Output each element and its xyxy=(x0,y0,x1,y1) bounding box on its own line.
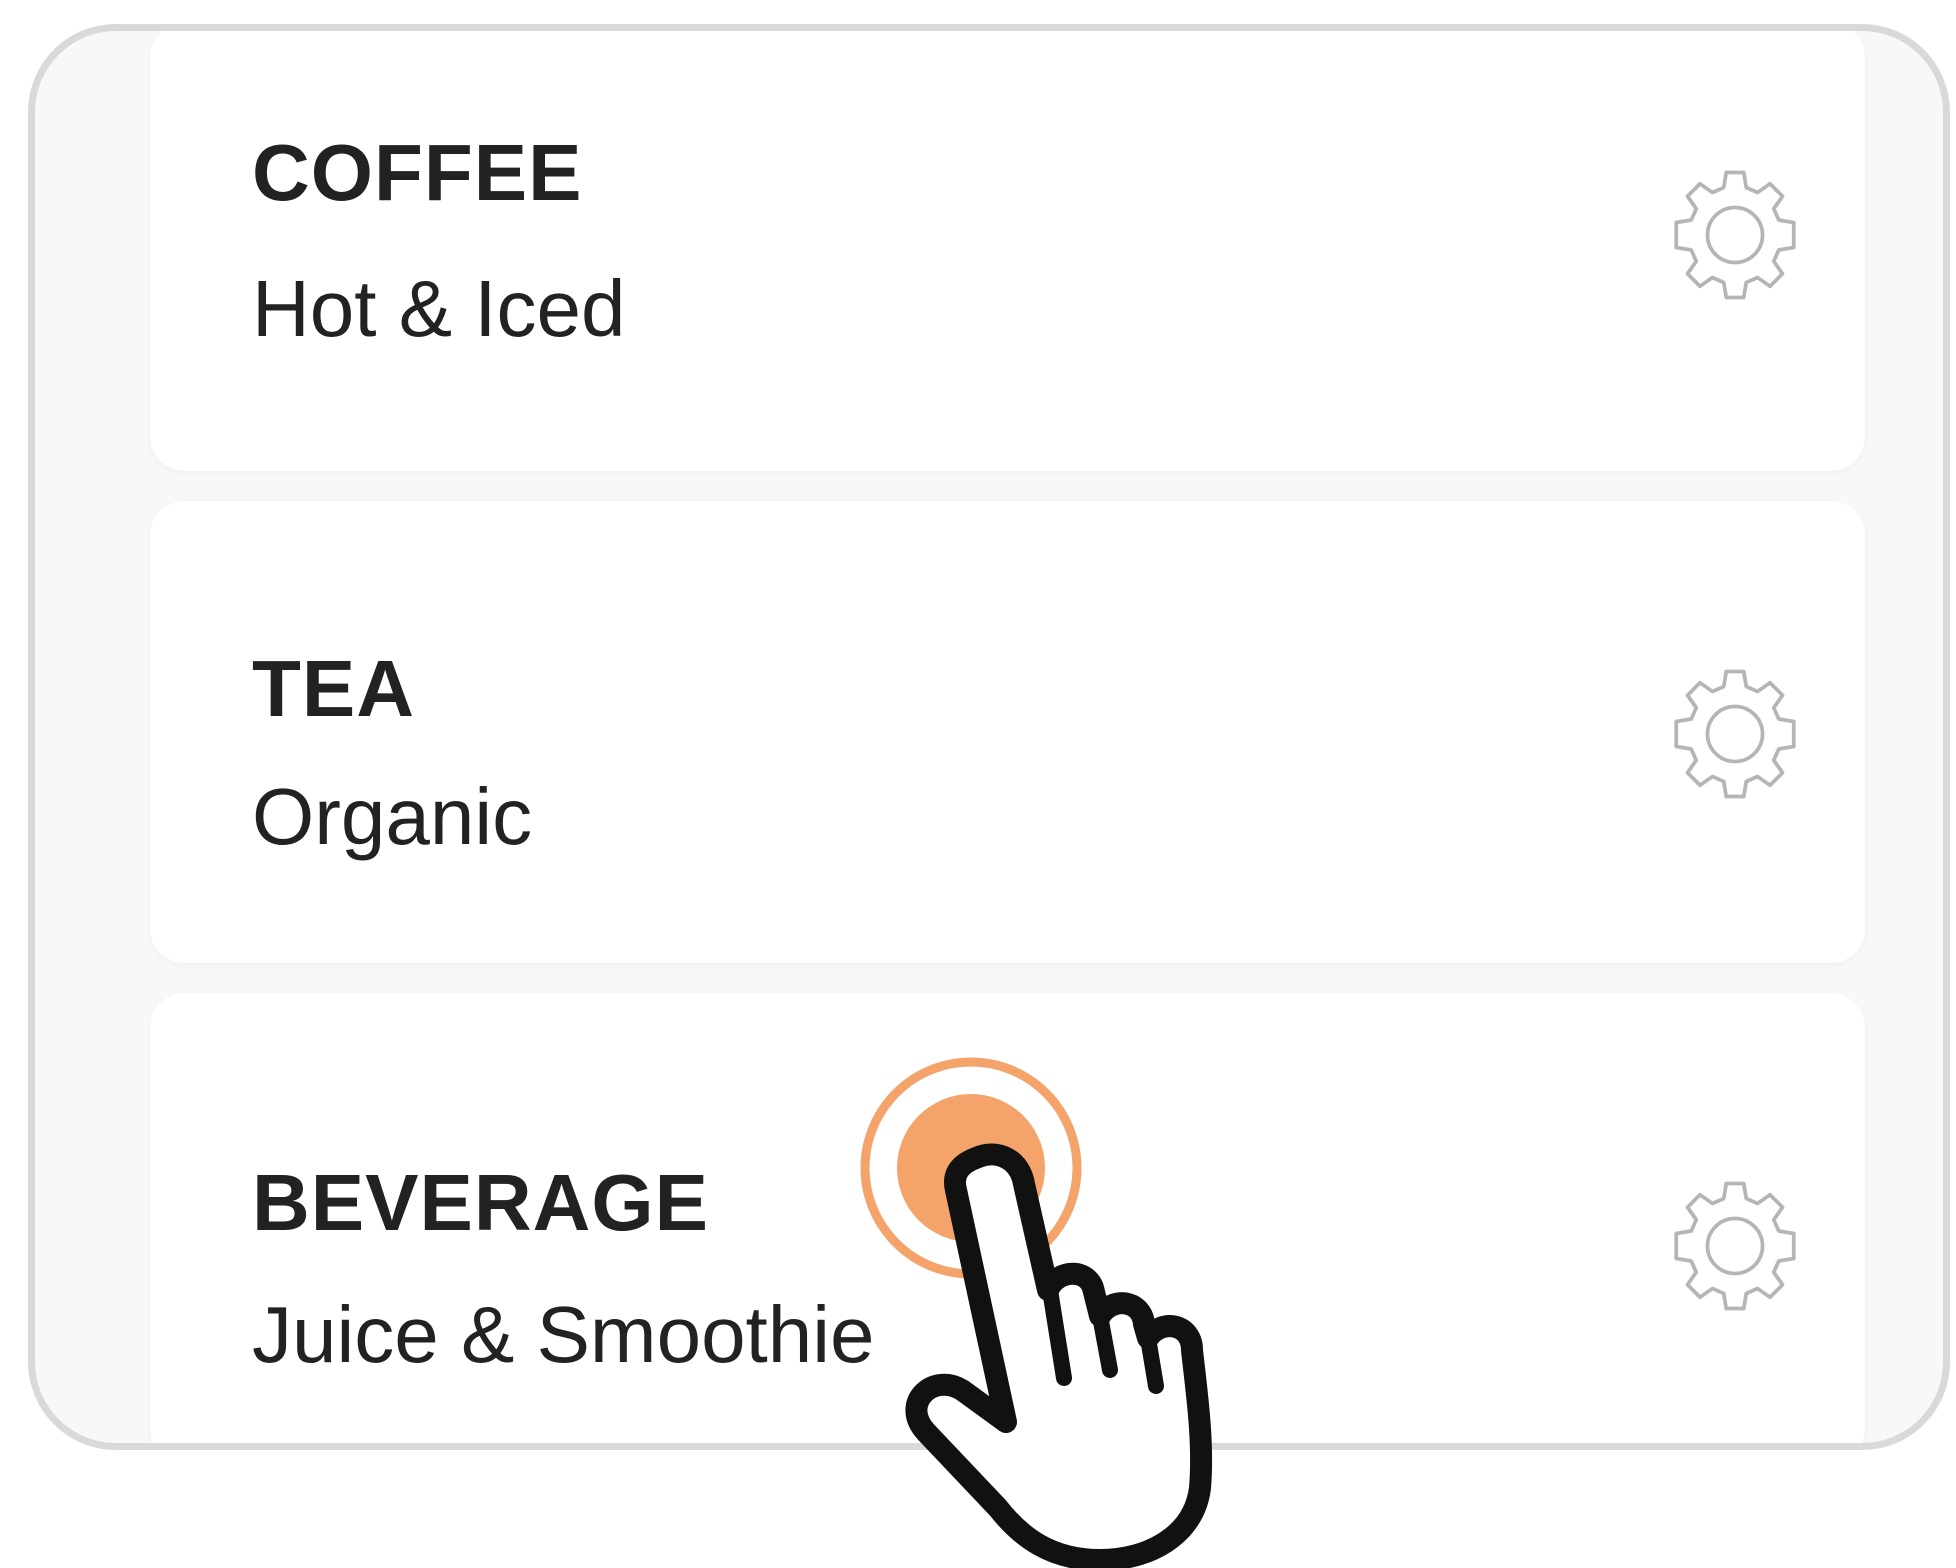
category-subtitle: Organic xyxy=(252,772,533,861)
category-card-tea[interactable]: TEA Organic xyxy=(150,501,1865,963)
category-title: COFFEE xyxy=(252,128,583,217)
category-subtitle: Hot & Iced xyxy=(252,264,626,353)
category-card-coffee[interactable]: COFFEE Hot & Iced xyxy=(150,31,1865,471)
category-title: BEVERAGE xyxy=(252,1158,709,1247)
gear-icon[interactable] xyxy=(1660,1171,1810,1321)
category-card-beverage[interactable]: BEVERAGE Juice & Smoothie xyxy=(150,993,1865,1443)
category-title: TEA xyxy=(252,644,415,733)
category-subtitle: Juice & Smoothie xyxy=(252,1290,875,1379)
gear-icon[interactable] xyxy=(1660,160,1810,310)
category-panel: COFFEE Hot & Iced TEA Organic BEVERAGE J… xyxy=(28,24,1950,1450)
gear-icon[interactable] xyxy=(1660,659,1810,809)
screen: COFFEE Hot & Iced TEA Organic BEVERAGE J… xyxy=(0,0,1956,1568)
